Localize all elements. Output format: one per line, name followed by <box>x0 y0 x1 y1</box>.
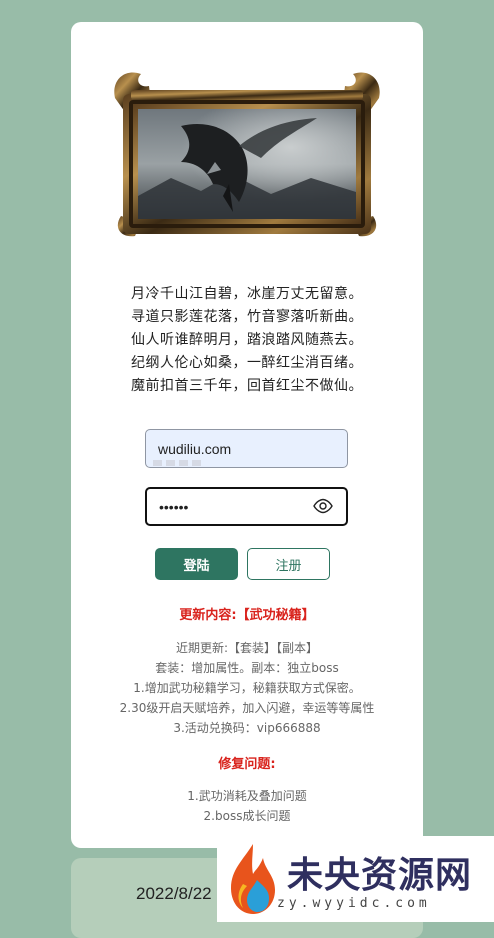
footer-date: 2022/8/22 <box>136 884 212 903</box>
login-card: 月冷千山江自碧，冰崖万丈无留意。 寻道只影莲花落，竹音寥落听新曲。 仙人听谁醉明… <box>71 22 423 848</box>
poem-line: 寻道只影莲花落，竹音寥落听新曲。 <box>131 309 363 325</box>
flame-logo-icon <box>231 844 275 914</box>
register-button[interactable]: 注册 <box>247 548 330 580</box>
update-notes: 近期更新:【套装】【副本】 套装：增加属性。副本：独立boss 1.增加武功秘籍… <box>71 638 423 738</box>
autofill-hint <box>153 460 213 468</box>
update-line: 2.30级开启天赋培养，加入闪避，幸运等等属性 <box>119 701 375 715</box>
watermark-title: 未央资源网 <box>287 854 473 896</box>
fix-line: 1.武功消耗及叠加问题 <box>187 789 307 803</box>
dragon-picture-frame <box>111 66 383 240</box>
fix-notes: 1.武功消耗及叠加问题 2.boss成长问题 <box>71 786 423 826</box>
update-line: 1.增加武功秘籍学习，秘籍获取方式保密。 <box>133 681 361 695</box>
login-button[interactable]: 登陆 <box>155 548 238 580</box>
poem-line: 纪纲人伦心如桑，一醉红尘消百绪。 <box>131 355 363 371</box>
dragon-picture <box>114 72 380 237</box>
poem-line: 仙人听谁醉明月，踏浪踏风随燕去。 <box>131 332 363 348</box>
watermark: 未央资源网 zy.wyyidc.com <box>217 836 494 922</box>
poem: 月冷千山江自碧，冰崖万丈无留意。 寻道只影莲花落，竹音寥落听新曲。 仙人听谁醉明… <box>71 283 423 398</box>
eye-icon[interactable] <box>313 498 333 514</box>
poem-line: 月冷千山江自碧，冰崖万丈无留意。 <box>131 286 363 302</box>
poem-line: 魔前扣首三千年，回首红尘不做仙。 <box>131 378 363 394</box>
fix-line: 2.boss成长问题 <box>203 809 291 823</box>
update-line: 3.活动兑换码：vip666888 <box>173 721 321 735</box>
fix-title: 修复问题: <box>218 757 276 772</box>
update-line: 近期更新:【套装】【副本】 <box>175 641 319 655</box>
update-line: 套装：增加属性。副本：独立boss <box>155 661 339 675</box>
watermark-url: zy.wyyidc.com <box>277 896 431 911</box>
update-title: 更新内容:【武功秘籍】 <box>179 608 315 623</box>
